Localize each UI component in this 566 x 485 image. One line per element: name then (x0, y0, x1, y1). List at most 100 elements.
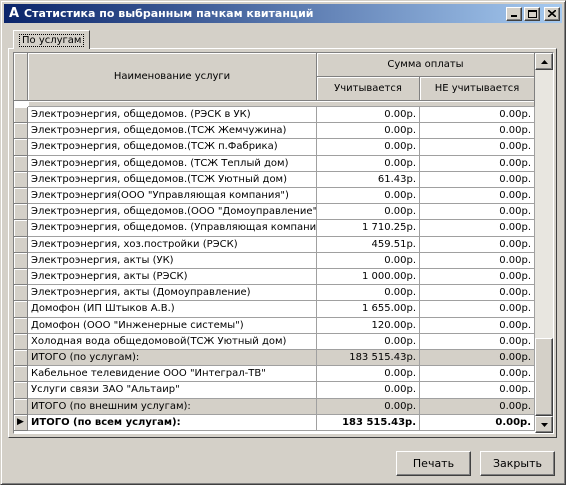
counted-cell[interactable]: 120.00р. (317, 317, 420, 334)
counted-cell[interactable]: 0.00р. (317, 188, 420, 205)
service-name-cell[interactable]: Электроэнергия, общедомов.(ООО "Домоупра… (28, 204, 317, 221)
grand-total-row[interactable]: ▶ ИТОГО (по всем услугам): 183 515.43р. 0.0… (14, 414, 535, 431)
service-name-cell[interactable]: Услуги связи ЗАО "Альтаир" (28, 382, 317, 399)
counted-cell[interactable]: 183 515.43р. (317, 350, 420, 367)
row-indicator[interactable] (14, 171, 28, 188)
service-name-cell[interactable]: Электроэнергия, общедомов. (Управляющая … (28, 220, 317, 237)
not-counted-cell[interactable]: 0.00р. (420, 317, 535, 334)
title-bar[interactable]: A Статистика по выбранным пачкам квитанц… (4, 4, 562, 23)
counted-cell[interactable]: 0.00р. (317, 123, 420, 140)
close-button[interactable]: Закрыть (480, 451, 555, 476)
scroll-down-button[interactable] (535, 416, 553, 433)
counted-cell[interactable]: 459.51р. (317, 236, 420, 253)
row-indicator[interactable] (14, 220, 28, 237)
table-row[interactable]: Электроэнергия, общедомов.(ТСЖ Уютный до… (14, 171, 535, 188)
table-row[interactable]: Электроэнергия, общедомов.(ООО "Домоупра… (14, 204, 535, 221)
counted-cell[interactable]: 1 000.00р. (317, 269, 420, 286)
table-row[interactable]: Холодная вода общедомовой(ТСЖ Уютный дом… (14, 333, 535, 350)
not-counted-cell[interactable]: 0.00р. (420, 366, 535, 383)
service-name-cell[interactable]: Кабельное телевидение ООО "Интеграл-ТВ" (28, 366, 317, 383)
counted-cell[interactable]: 1 655.00р. (317, 301, 420, 318)
table-row[interactable]: Электроэнергия, общедомов.(ТСЖ Жемчужина… (14, 123, 535, 140)
not-counted-cell[interactable]: 0.00р. (420, 414, 535, 431)
table-row[interactable]: Электроэнергия, акты (РЭСК) 1 000.00р. 0.0… (14, 269, 535, 286)
service-name-cell[interactable]: Холодная вода общедомовой(ТСЖ Уютный дом… (28, 333, 317, 350)
row-indicator[interactable] (14, 204, 28, 221)
counted-cell[interactable]: 183 515.43р. (317, 414, 420, 431)
not-counted-cell[interactable]: 0.00р. (420, 252, 535, 269)
table-row[interactable]: Электроэнергия, общедомов. (РЭСК в УК) 0.… (14, 107, 535, 124)
row-indicator[interactable] (14, 317, 28, 334)
row-indicator[interactable] (14, 366, 28, 383)
row-indicator[interactable] (14, 398, 28, 415)
table-row[interactable]: Электроэнергия, общедомов.(ТСЖ п.Фабрика… (14, 139, 535, 156)
table-row[interactable]: Электроэнергия, акты (УК) 0.00р. 0.00р. (14, 252, 535, 269)
not-counted-cell[interactable]: 0.00р. (420, 123, 535, 140)
not-counted-cell[interactable]: 0.00р. (420, 155, 535, 172)
not-counted-cell[interactable]: 0.00р. (420, 301, 535, 318)
maximize-button[interactable] (524, 6, 540, 21)
counted-cell[interactable]: 0.00р. (317, 285, 420, 302)
table-row[interactable]: Электроэнергия(ООО "Управляющая компания… (14, 188, 535, 205)
header-counted[interactable]: Учитывается (317, 77, 420, 101)
not-counted-cell[interactable]: 0.00р. (420, 220, 535, 237)
row-indicator[interactable] (14, 107, 28, 124)
table-row[interactable]: Электроэнергия, общедомов. (ТСЖ Теплый д… (14, 155, 535, 172)
service-name-cell[interactable]: Электроэнергия, общедомов.(ТСЖ Жемчужина… (28, 123, 317, 140)
service-name-cell[interactable]: Электроэнергия, общедомов.(ТСЖ Уютный до… (28, 171, 317, 188)
not-counted-cell[interactable]: 0.00р. (420, 188, 535, 205)
row-indicator[interactable] (14, 382, 28, 399)
row-indicator[interactable] (14, 333, 28, 350)
scroll-thumb[interactable] (535, 338, 553, 416)
row-indicator[interactable] (14, 301, 28, 318)
counted-cell[interactable]: 1 710.25р. (317, 220, 420, 237)
print-button[interactable]: Печать (396, 451, 471, 476)
service-name-cell[interactable]: Домофон (ИП Штыков А.В.) (28, 301, 317, 318)
not-counted-cell[interactable]: 0.00р. (420, 350, 535, 367)
service-name-cell[interactable]: Электроэнергия, общедомов.(ТСЖ п.Фабрика… (28, 139, 317, 156)
counted-cell[interactable]: 0.00р. (317, 155, 420, 172)
row-indicator[interactable] (14, 155, 28, 172)
subtotal-row[interactable]: ИТОГО (по внешним услугам): 0.00р. 0.00р. (14, 398, 535, 415)
counted-cell[interactable]: 0.00р. (317, 139, 420, 156)
row-indicator[interactable] (14, 236, 28, 253)
service-name-cell[interactable]: Электроэнергия, хоз.постройки (РЭСК) (28, 236, 317, 253)
counted-cell[interactable]: 0.00р. (317, 382, 420, 399)
not-counted-cell[interactable]: 0.00р. (420, 333, 535, 350)
row-indicator[interactable] (14, 188, 28, 205)
service-name-cell[interactable]: ИТОГО (по услугам): (28, 350, 317, 367)
service-name-cell[interactable]: Электроэнергия, акты (Домоуправление) (28, 285, 317, 302)
table-row[interactable]: Кабельное телевидение ООО "Интеграл-ТВ" 0… (14, 366, 535, 383)
service-name-cell[interactable]: Электроэнергия, общедомов. (РЭСК в УК) (28, 107, 317, 124)
counted-cell[interactable]: 0.00р. (317, 252, 420, 269)
not-counted-cell[interactable]: 0.00р. (420, 171, 535, 188)
not-counted-cell[interactable]: 0.00р. (420, 139, 535, 156)
row-indicator[interactable] (14, 350, 28, 367)
not-counted-cell[interactable]: 0.00р. (420, 269, 535, 286)
service-name-cell[interactable]: Электроэнергия, акты (РЭСК) (28, 269, 317, 286)
counted-cell[interactable]: 0.00р. (317, 333, 420, 350)
counted-cell[interactable]: 61.43р. (317, 171, 420, 188)
not-counted-cell[interactable]: 0.00р. (420, 107, 535, 124)
tab-by-services[interactable]: По услугам (13, 30, 91, 49)
service-name-cell[interactable]: Электроэнергия, акты (УК) (28, 252, 317, 269)
row-indicator[interactable] (14, 252, 28, 269)
table-row[interactable]: Электроэнергия, акты (Домоуправление) 0.0… (14, 285, 535, 302)
table-row[interactable]: Электроэнергия, общедомов. (Управляющая … (14, 220, 535, 237)
not-counted-cell[interactable]: 0.00р. (420, 285, 535, 302)
header-service-name[interactable]: Наименование услуги (28, 53, 317, 101)
current-row-indicator-icon[interactable]: ▶ (14, 414, 28, 431)
service-name-cell[interactable]: Домофон (ООО "Инженерные системы") (28, 317, 317, 334)
not-counted-cell[interactable]: 0.00р. (420, 204, 535, 221)
header-not-counted[interactable]: НЕ учитывается (420, 77, 535, 101)
not-counted-cell[interactable]: 0.00р. (420, 382, 535, 399)
row-indicator[interactable] (14, 269, 28, 286)
table-row[interactable]: Домофон (ООО "Инженерные системы") 120.00… (14, 317, 535, 334)
counted-cell[interactable]: 0.00р. (317, 107, 420, 124)
row-indicator[interactable] (14, 285, 28, 302)
table-row[interactable]: Электроэнергия, хоз.постройки (РЭСК) 459.… (14, 236, 535, 253)
not-counted-cell[interactable]: 0.00р. (420, 236, 535, 253)
service-name-cell[interactable]: Электроэнергия, общедомов. (ТСЖ Теплый д… (28, 155, 317, 172)
service-name-cell[interactable]: Электроэнергия(ООО "Управляющая компания… (28, 188, 317, 205)
not-counted-cell[interactable]: 0.00р. (420, 398, 535, 415)
